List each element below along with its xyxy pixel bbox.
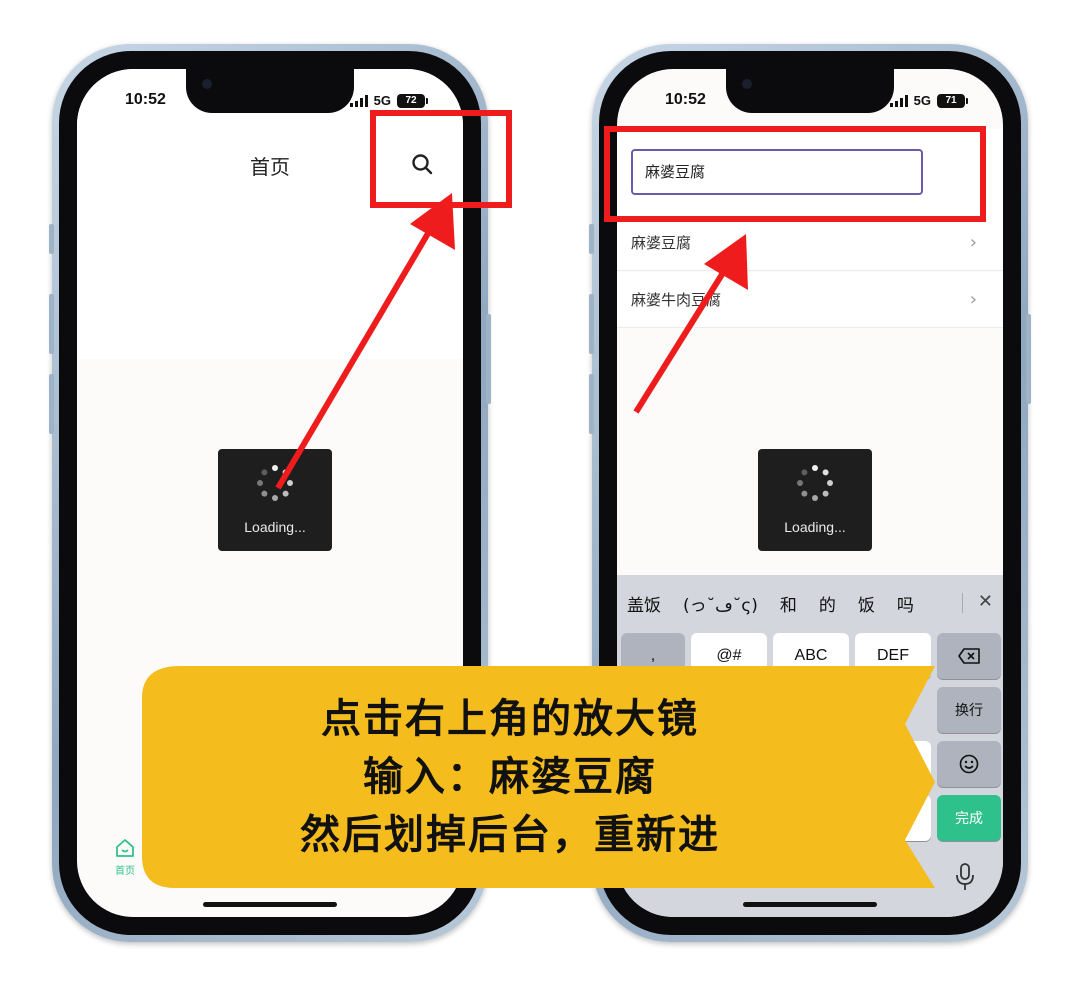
banner-line-1: 点击右上角的放大镜 <box>321 696 699 742</box>
banner-line-2: 输入：麻婆豆腐 <box>363 754 657 800</box>
banner-line-3: 然后划掉后台，重新进 <box>300 812 720 858</box>
